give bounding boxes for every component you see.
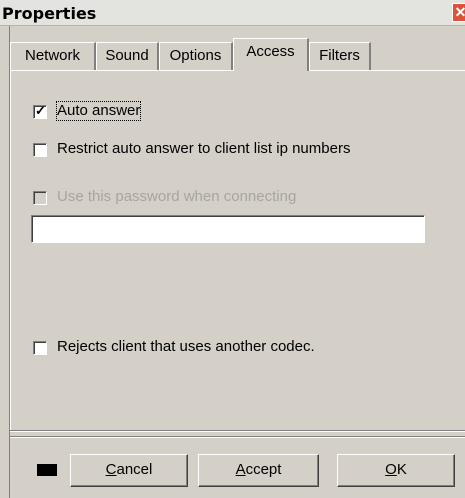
accept-label: ccept bbox=[245, 461, 282, 478]
access-panel bbox=[10, 70, 465, 430]
auto-answer-label[interactable]: Auto answer bbox=[55, 101, 142, 121]
ok-button[interactable]: OK bbox=[337, 454, 455, 487]
ok-accel: O bbox=[385, 461, 397, 478]
ok-label: K bbox=[396, 461, 407, 478]
cancel-accel: C bbox=[105, 461, 117, 478]
tab-options[interactable]: Options bbox=[159, 42, 233, 70]
footer-separator bbox=[10, 430, 465, 432]
checkbox-box[interactable] bbox=[33, 143, 47, 157]
tab-label: Sound bbox=[105, 47, 149, 64]
checkmark-icon: ✓ bbox=[35, 103, 46, 118]
tab-network[interactable]: Network bbox=[10, 42, 96, 70]
use-password-label: Use this password when connecting bbox=[57, 188, 297, 205]
tab-label: Options bbox=[169, 47, 222, 64]
accept-button[interactable]: Accept bbox=[198, 454, 319, 487]
checkbox-box bbox=[33, 191, 47, 205]
close-icon: ✕ bbox=[454, 4, 465, 20]
restrict-auto-answer-label[interactable]: Restrict auto answer to client list ip n… bbox=[57, 140, 350, 158]
cancel-button[interactable]: Cancel bbox=[70, 454, 188, 487]
footer-separator bbox=[10, 436, 465, 438]
close-button[interactable]: ✕ bbox=[452, 3, 465, 22]
tab-label: Filters bbox=[319, 47, 360, 64]
checkbox-box[interactable]: ✓ bbox=[33, 103, 47, 119]
tab-access[interactable]: Access bbox=[233, 38, 309, 71]
reject-codec-label[interactable]: Rejects client that uses another codec. bbox=[57, 338, 315, 356]
cancel-label: ancel bbox=[116, 461, 153, 478]
tab-label: Network bbox=[24, 47, 80, 64]
window-title: Properties bbox=[2, 4, 97, 23]
color-swatch bbox=[37, 464, 57, 476]
title-bar: Properties ✕ bbox=[0, 0, 465, 26]
accept-accel: A bbox=[235, 461, 246, 478]
tab-sound[interactable]: Sound bbox=[96, 42, 159, 70]
password-field[interactable] bbox=[31, 215, 425, 243]
tab-label: Access bbox=[246, 43, 295, 60]
checkbox-box[interactable] bbox=[33, 341, 47, 355]
tab-filters[interactable]: Filters bbox=[309, 42, 371, 70]
